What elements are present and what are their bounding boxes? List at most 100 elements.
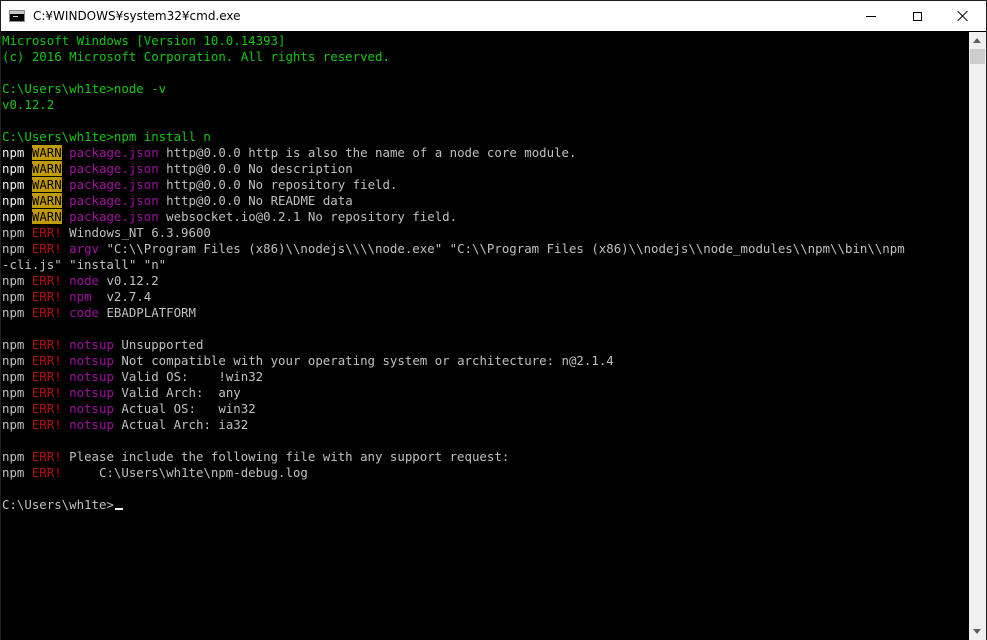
terminal-line: C:\Users\wh1te>node -v <box>2 81 166 97</box>
close-button[interactable] <box>940 1 986 31</box>
terminal-line: v0.12.2 <box>2 97 54 113</box>
cmd-app-icon[interactable] <box>9 10 25 22</box>
terminal-line: npm ERR! notsup Unsupported <box>2 337 203 353</box>
terminal-text: npm <box>2 209 25 224</box>
terminal-text: "C:\\Program Files (x86)\\nodejs\\\\node… <box>99 241 905 256</box>
terminal-text: npm <box>2 417 32 432</box>
terminal-text: npm <box>2 161 25 176</box>
terminal-text: v2.7.4 <box>91 289 152 304</box>
terminal-text: (c) 2016 Microsoft Corporation. All righ… <box>2 49 390 64</box>
terminal-text: Microsoft Windows [Version 10.0.14393] <box>2 33 286 48</box>
minimize-icon <box>866 15 876 17</box>
terminal-text: package.json <box>69 193 159 208</box>
terminal-line: Microsoft Windows [Version 10.0.14393] <box>2 33 285 49</box>
terminal-line: npm ERR! npm v2.7.4 <box>2 289 151 305</box>
scroll-thumb[interactable] <box>970 49 985 64</box>
terminal-text: package.json <box>69 145 159 160</box>
terminal-text: http@0.0.0 http is also the name of a no… <box>158 145 577 160</box>
terminal-text: http@0.0.0 No repository field. <box>158 177 398 192</box>
terminal-text: Valid OS: !win32 <box>113 369 264 384</box>
terminal-line: -cli.js" "install" "n" <box>2 257 166 273</box>
terminal-text: ERR! <box>31 353 62 368</box>
terminal-text: Please include the following file with a… <box>61 449 510 464</box>
console-output[interactable]: Microsoft Windows [Version 10.0.14393] (c… <box>1 32 969 640</box>
terminal-text: ERR! <box>31 241 62 256</box>
terminal-text: npm <box>2 337 32 352</box>
terminal-text: npm <box>2 449 32 464</box>
window-title: C:¥WINDOWS¥system32¥cmd.exe <box>33 9 241 23</box>
cmd-window: C:¥WINDOWS¥system32¥cmd.exe Microsoft Wi… <box>0 0 987 640</box>
terminal-text: npm <box>2 385 32 400</box>
terminal-line: npm ERR! C:\Users\wh1te\npm-debug.log <box>2 465 308 481</box>
terminal-text: Actual Arch: ia32 <box>113 417 249 432</box>
terminal-line: npm ERR! notsup Actual OS: win32 <box>2 401 256 417</box>
terminal-text: http@0.0.0 No description <box>158 161 353 176</box>
scroll-down-button[interactable] <box>969 623 986 640</box>
terminal-text: Not compatible with your operating syste… <box>113 353 614 368</box>
terminal-text: WARN <box>31 177 62 192</box>
terminal-text: npm <box>2 353 32 368</box>
terminal-line: npm ERR! Please include the following fi… <box>2 449 509 465</box>
terminal-text: WARN <box>31 209 62 224</box>
close-icon <box>957 10 969 22</box>
terminal-text: npm <box>2 465 32 480</box>
terminal-line: C:\Users\wh1te>npm install n <box>2 129 211 145</box>
terminal-text: Windows_NT 6.3.9600 <box>61 225 211 240</box>
terminal-text: ERR! <box>31 449 62 464</box>
terminal-text: ERR! <box>31 417 62 432</box>
title-bar[interactable]: C:¥WINDOWS¥system32¥cmd.exe <box>1 1 986 31</box>
terminal-text: ERR! <box>31 385 62 400</box>
terminal-line: npm WARN package.json http@0.0.0 No desc… <box>2 161 353 177</box>
terminal-text: C:\Users\wh1te> <box>2 497 114 512</box>
terminal-text: npm <box>2 401 32 416</box>
terminal-line: npm ERR! notsup Valid Arch: any <box>2 385 241 401</box>
terminal-line: npm ERR! notsup Valid OS: !win32 <box>2 369 263 385</box>
terminal-text: npm <box>2 145 25 160</box>
terminal-text: v0.12.2 <box>2 97 55 112</box>
terminal-text: -cli.js" "install" "n" <box>2 257 167 272</box>
terminal-text: npm <box>2 369 32 384</box>
terminal-text: package.json <box>69 161 159 176</box>
minimize-button[interactable] <box>848 1 894 31</box>
terminal-text: npm <box>2 289 32 304</box>
terminal-text: npm <box>69 289 92 304</box>
terminal-text: EBADPLATFORM <box>99 305 196 320</box>
terminal-text: npm <box>2 225 32 240</box>
terminal-text: WARN <box>31 145 62 160</box>
text-cursor <box>114 508 123 510</box>
terminal-line: npm ERR! code EBADPLATFORM <box>2 305 196 321</box>
terminal-text: package.json <box>69 177 159 192</box>
terminal-text: Actual OS: win32 <box>113 401 256 416</box>
terminal-text: Valid Arch: any <box>113 385 241 400</box>
terminal-text: npm <box>2 305 32 320</box>
arrow-up-icon <box>973 38 981 43</box>
terminal-text: argv <box>69 241 99 256</box>
terminal-text: websocket.io@0.2.1 No repository field. <box>158 209 458 224</box>
terminal-text: C:\Users\wh1te\npm-debug.log <box>61 465 308 480</box>
terminal-line: C:\Users\wh1te> <box>2 497 123 513</box>
scroll-up-button[interactable] <box>969 32 986 49</box>
arrow-down-icon <box>973 629 981 634</box>
vertical-scrollbar[interactable] <box>969 32 986 640</box>
maximize-button[interactable] <box>894 1 940 31</box>
terminal-text: ERR! <box>31 401 62 416</box>
terminal-line: npm WARN package.json http@0.0.0 http is… <box>2 145 576 161</box>
terminal-text: WARN <box>31 193 62 208</box>
terminal-text: ERR! <box>31 305 62 320</box>
terminal-text: npm <box>2 273 32 288</box>
terminal-line: npm ERR! notsup Not compatible with your… <box>2 353 614 369</box>
terminal-text: notsup <box>69 353 114 368</box>
terminal-line: npm WARN package.json http@0.0.0 No READ… <box>2 193 353 209</box>
terminal-line: npm ERR! node v0.12.2 <box>2 273 159 289</box>
terminal-text: ERR! <box>31 465 62 480</box>
terminal-text: ERR! <box>31 337 62 352</box>
terminal-text: code <box>69 305 99 320</box>
terminal-text: Unsupported <box>113 337 204 352</box>
terminal-text: node <box>69 273 99 288</box>
terminal-line: npm ERR! Windows_NT 6.3.9600 <box>2 225 211 241</box>
terminal-text: ERR! <box>31 369 62 384</box>
terminal-text: http@0.0.0 No README data <box>158 193 353 208</box>
maximize-icon <box>912 11 922 21</box>
